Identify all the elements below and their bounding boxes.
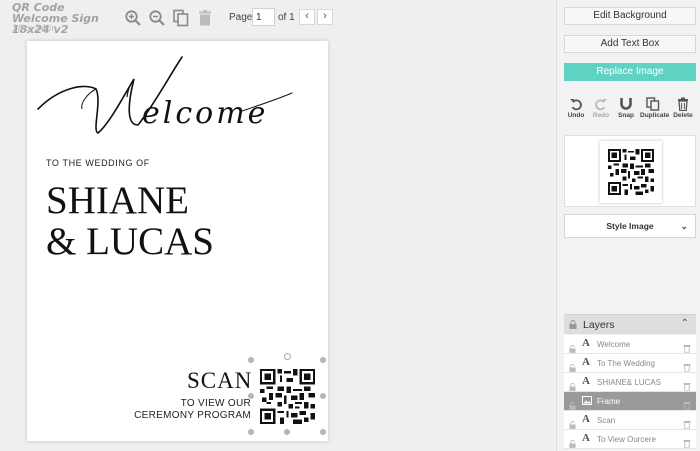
zoom-out-icon[interactable] [148,9,166,27]
welcome-script-rest: elcome [142,96,268,131]
lock-icon[interactable] [569,359,576,372]
redo-label: Redo [592,112,610,119]
style-image-dropdown[interactable]: Style Image ⌄ [564,214,696,238]
trash-icon[interactable] [683,359,691,373]
rotate-handle[interactable] [284,353,291,360]
resize-handle-top-left[interactable] [248,357,254,363]
trash-icon[interactable] [683,435,691,449]
text-layer-icon: A [582,337,590,349]
redo-icon [595,99,607,111]
image-preview [564,135,696,207]
view-program-line-2[interactable]: CEREMONY PROGRAM [134,410,251,421]
page-label: Page [229,12,253,23]
magnet-icon [620,98,632,110]
delete-button[interactable]: Delete [670,97,696,119]
trash-icon[interactable] [683,378,691,392]
lock-icon[interactable] [569,340,576,353]
chevron-up-icon[interactable]: ⌃ [681,318,689,329]
resize-handle-right[interactable] [320,393,326,399]
editor-sidebar: Edit Background Add Text Box Replace Ima… [556,0,700,451]
resize-handle-bottom-left[interactable] [248,429,254,435]
layer-name: SHIANE& LUCAS [597,378,662,387]
layer-row[interactable]: A To View Ourcere [564,430,696,449]
names-line-2: & LUCAS [46,220,214,263]
layer-row[interactable]: A Welcome [564,335,696,354]
copy-icon[interactable] [172,9,190,27]
names-line-1: SHIANE [46,179,189,222]
layer-row[interactable]: A To The Wedding [564,354,696,373]
prev-page-button[interactable]: ‹ [299,9,315,25]
layer-row[interactable]: A SHIANE& LUCAS [564,373,696,392]
page-number-input[interactable] [252,8,275,26]
layer-name: Scan [597,416,616,425]
zoom-in-icon[interactable] [124,9,142,27]
layer-name: Welcome [597,340,631,349]
layers-title: Layers [583,319,615,331]
layer-name: To View Ourcere [597,435,656,444]
scan-text[interactable]: SCAN [187,368,252,394]
qr-thumbnail-code [608,149,654,195]
undo-icon [570,99,582,111]
view-program-line-1[interactable]: TO VIEW OUR [181,398,251,409]
text-layer-icon: A [582,413,590,425]
image-layer-icon [582,394,592,405]
snap-label: Snap [618,112,634,119]
duplicate-icon [646,97,660,111]
selected-frame[interactable] [250,359,323,432]
resize-handle-bottom-right[interactable] [320,429,326,435]
page-count: of 1 [278,12,295,23]
qr-thumbnail [600,141,662,203]
style-image-label: Style Image [606,221,654,231]
lock-icon[interactable] [569,397,576,410]
chevron-down-icon: ⌄ [680,221,688,231]
trash-icon[interactable] [683,416,691,430]
redo-button[interactable]: Redo [588,97,614,119]
layers-header[interactable]: Layers ⌃ [564,314,696,334]
wedding-subtitle[interactable]: TO THE WEDDING OF [46,158,150,168]
document-size: 18 x 24 in [12,24,58,34]
resize-handle-left[interactable] [248,393,254,399]
undo-button[interactable]: Undo [563,97,589,119]
trash-icon[interactable] [683,340,691,354]
trash-icon[interactable] [683,397,691,411]
resize-handle-bottom[interactable] [284,429,290,435]
text-layer-icon: A [582,375,590,387]
design-canvas[interactable]: elcome TO THE WEDDING OF SHIANE & LUCAS … [27,41,328,441]
layer-name: Frame [597,397,621,406]
lock-icon[interactable] [569,435,576,448]
snap-button[interactable]: Snap [613,97,639,119]
layer-row[interactable]: A Scan [564,411,696,430]
layer-name: To The Wedding [597,359,655,368]
duplicate-button[interactable]: Duplicate [640,97,670,119]
trash-icon[interactable] [196,9,214,27]
text-layer-icon: A [582,432,590,444]
edit-background-button[interactable]: Edit Background [564,7,696,25]
welcome-script-title[interactable]: elcome [30,49,300,141]
lock-icon [569,320,577,329]
next-page-button[interactable]: › [317,9,333,25]
couple-names[interactable]: SHIANE & LUCAS [46,180,214,262]
text-layer-icon: A [582,356,590,368]
layer-row[interactable]: Frame [564,392,696,411]
trash-icon [678,97,688,111]
replace-image-button[interactable]: Replace Image [564,63,696,81]
lock-icon[interactable] [569,416,576,429]
undo-label: Undo [567,112,585,119]
duplicate-label: Duplicate [640,112,670,119]
add-text-box-button[interactable]: Add Text Box [564,35,696,53]
lock-icon[interactable] [569,378,576,391]
resize-handle-top-right[interactable] [320,357,326,363]
delete-label: Delete [673,112,693,119]
